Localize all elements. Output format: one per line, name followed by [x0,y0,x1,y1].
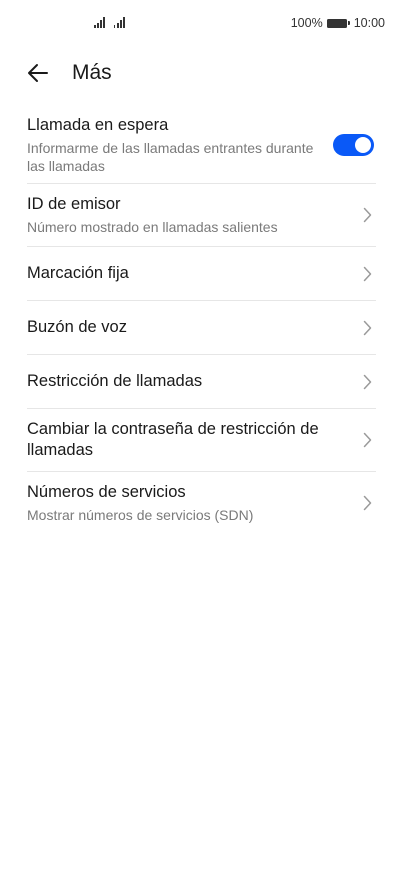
item-title: Marcación fija [27,264,129,282]
battery-icon [326,18,350,28]
status-right: 100% 10:00 [291,16,385,30]
item-title: ID de emisor [27,195,121,213]
item-title: Números de servicios [27,483,186,501]
arrow-left-icon [28,64,48,82]
list-item-change-barring-password[interactable]: Cambiar la contraseña de restricción de … [27,409,376,472]
page-title: Más [72,61,112,84]
list-item-call-waiting[interactable]: Llamada en espera Informarme de las llam… [27,108,376,184]
call-waiting-toggle[interactable] [333,134,374,156]
signal-indicators [94,17,125,28]
battery-percent: 100% [290,16,323,30]
chevron-right-icon [363,495,372,511]
chevron-right-icon [363,374,372,389]
chevron-right-icon [363,207,372,223]
back-button[interactable] [24,58,54,88]
item-title: Buzón de voz [27,318,127,336]
chevron-right-icon [363,320,372,335]
chevron-right-icon [363,266,372,281]
list-item-service-numbers[interactable]: Números de servicios Mostrar números de … [27,472,376,534]
item-subtitle: Número mostrado en llamadas salientes [27,219,278,235]
list-item-call-barring[interactable]: Restricción de llamadas [27,355,376,409]
item-subtitle: Mostrar números de servicios (SDN) [27,507,254,523]
header: Más [0,56,403,90]
toggle-knob [355,137,371,153]
signal-strength-icon [94,17,105,28]
item-subtitle: Informarme de las llamadas entrantes dur… [27,140,314,174]
status-bar: 100% 10:00 [0,0,403,48]
list-item-caller-id[interactable]: ID de emisor Número mostrado en llamadas… [27,184,376,247]
list-item-fixed-dialing[interactable]: Marcación fija [27,247,376,301]
settings-list: Llamada en espera Informarme de las llam… [27,108,376,534]
item-title: Restricción de llamadas [27,372,203,390]
chevron-right-icon [363,432,372,448]
clock: 10:00 [353,16,385,30]
item-title: Llamada en espera [27,116,169,134]
item-title: Cambiar la contraseña de restricción de … [27,420,319,459]
signal-strength-icon [113,17,125,28]
list-item-voicemail[interactable]: Buzón de voz [27,301,376,355]
